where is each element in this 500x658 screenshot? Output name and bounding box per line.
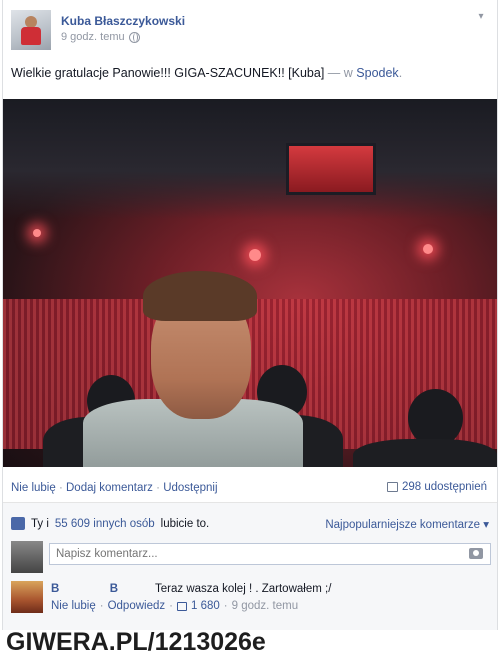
share-link[interactable]: Udostępnij xyxy=(163,482,217,494)
commenter-avatar[interactable] xyxy=(11,581,43,613)
likes-suffix: lubicie to. xyxy=(160,517,210,530)
post-photo[interactable] xyxy=(3,99,497,467)
post-text: Wielkie gratulacje Panowie!!! GIGA-SZACU… xyxy=(11,66,402,80)
stage-light xyxy=(33,229,41,237)
location-end: . xyxy=(398,66,403,80)
author-avatar[interactable] xyxy=(11,10,51,50)
avatar-shirt xyxy=(21,27,41,45)
comment-meta: Nie lubię · Odpowiedz · 1 680 · 9 godz. … xyxy=(51,600,298,612)
comment-reply-link[interactable]: Odpowiedz xyxy=(108,600,166,612)
comment-item: B B Teraz wasza kolej ! . Zartowałem ;/ … xyxy=(11,581,491,625)
share-icon xyxy=(386,482,398,492)
chevron-down-icon: ▾ xyxy=(483,519,489,531)
comment-composer xyxy=(11,541,491,573)
viewer-avatar xyxy=(11,541,43,573)
post-timestamp[interactable]: 9 godz. temu xyxy=(61,31,125,43)
commenter-last: B xyxy=(109,583,119,595)
commenter-name[interactable]: B B xyxy=(51,583,118,595)
likes-others-link[interactable]: 55 609 innych osób xyxy=(55,518,155,530)
facebook-post: Kuba Błaszczykowski 9 godz. temu ▾ Wielk… xyxy=(2,0,498,630)
arena-screen xyxy=(286,143,376,195)
likes-summary: Ty i 55 609 innych osób lubicie to. xyxy=(11,517,209,530)
comment-input[interactable] xyxy=(49,543,491,565)
separator-dot: · xyxy=(99,600,104,612)
separator-dot: · xyxy=(169,600,173,612)
comment-unlike-link[interactable]: Nie lubię xyxy=(51,600,96,612)
add-comment-link[interactable]: Dodaj komentarz xyxy=(66,482,153,494)
post-meta: 9 godz. temu xyxy=(61,31,140,43)
comment-text: Teraz wasza kolej ! . Zartowałem ;/ xyxy=(155,583,332,595)
thumbs-up-icon xyxy=(11,517,25,530)
spectator-body xyxy=(353,439,497,467)
shares-count[interactable]: 298 udostępnień xyxy=(386,481,487,493)
author-name[interactable]: Kuba Błaszczykowski xyxy=(61,14,185,28)
comment-sort-label: Najpopularniejsze komentarze xyxy=(325,519,481,531)
separator-dot: · xyxy=(156,482,160,494)
chevron-down-icon[interactable]: ▾ xyxy=(473,10,489,24)
location-separator: — w xyxy=(327,66,353,80)
shares-count-label: 298 udostępnień xyxy=(401,481,487,493)
location-link[interactable]: Spodek xyxy=(356,66,398,80)
arena-roof xyxy=(3,99,497,219)
post-actions: Nie lubię · Dodaj komentarz · Udostępnij xyxy=(11,482,218,494)
subject-hair xyxy=(143,271,257,321)
comment-time[interactable]: 9 godz. temu xyxy=(232,600,298,612)
unlike-link[interactable]: Nie lubię xyxy=(11,482,56,494)
separator-dot: · xyxy=(58,482,63,494)
post-header: Kuba Błaszczykowski 9 godz. temu ▾ xyxy=(11,10,489,52)
comment-like-count[interactable]: 1 680 xyxy=(191,600,220,612)
comment-sort-dropdown[interactable]: Najpopularniejsze komentarze ▾ xyxy=(325,517,489,531)
feedback-section: Ty i 55 609 innych osób lubicie to. Najp… xyxy=(3,502,497,630)
stage-light xyxy=(249,249,261,261)
thumbs-up-icon xyxy=(176,601,187,611)
site-watermark: GIWERA.PL/1213026e xyxy=(6,628,266,656)
stage-light xyxy=(423,244,433,254)
commenter-first: B xyxy=(51,583,60,595)
likes-you: Ty i xyxy=(31,517,49,530)
post-message: Wielkie gratulacje Panowie!!! GIGA-SZACU… xyxy=(11,66,325,80)
separator-dot: · xyxy=(223,600,228,612)
camera-icon[interactable] xyxy=(469,548,483,559)
globe-icon[interactable] xyxy=(128,31,140,43)
